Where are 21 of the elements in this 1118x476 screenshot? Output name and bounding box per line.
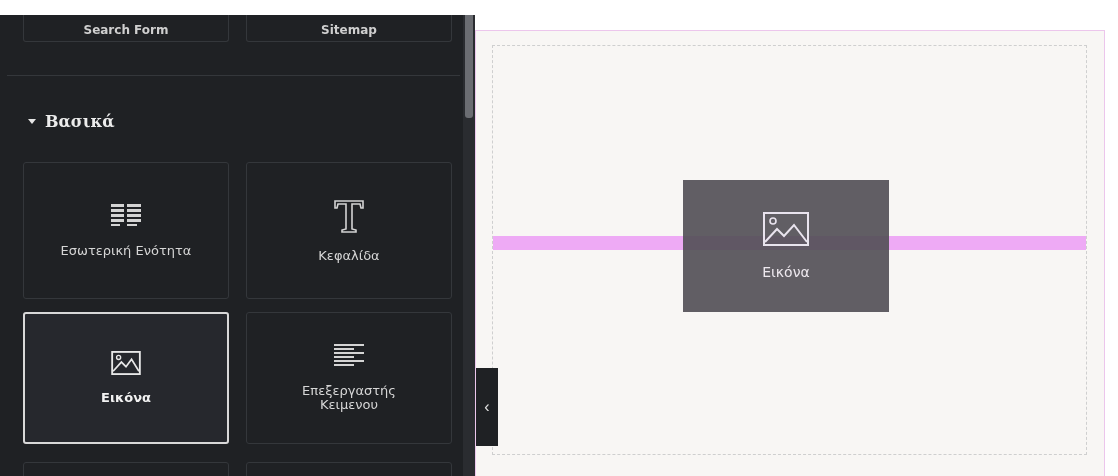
widget-label: Κεφαλίδα	[318, 248, 380, 263]
scrollbar-thumb[interactable]	[465, 15, 473, 118]
heading-t-icon	[333, 198, 365, 233]
widget-card[interactable]: Κεφαλίδα	[246, 162, 452, 299]
widget-label: Εσωτερική Ενότητα	[60, 243, 192, 258]
image-icon	[763, 212, 809, 246]
columns-icon	[111, 203, 141, 228]
widget-card[interactable]: Sitemap	[246, 15, 452, 42]
collapse-panel-button[interactable]: ‹	[476, 368, 498, 446]
image-icon	[111, 351, 141, 376]
widget-card[interactable]: Εικόνα	[23, 312, 229, 444]
widget-card[interactable]: Search Form	[23, 15, 229, 42]
widget-card[interactable]: Εσωτερική Ενότητα	[23, 162, 229, 299]
widget-card[interactable]: Επεξεργαστής Κειμενου	[246, 312, 452, 444]
category-title: Βασικά	[45, 111, 115, 131]
paragraph-icon	[334, 344, 364, 369]
caret-icon	[27, 116, 37, 126]
widget-label: Εικόνα	[101, 391, 151, 405]
widget-label: Επεξεργαστής Κειμενου	[301, 384, 397, 412]
drag-preview-label: Εικόνα	[762, 264, 810, 280]
category-header[interactable]: Βασικά	[7, 76, 460, 138]
